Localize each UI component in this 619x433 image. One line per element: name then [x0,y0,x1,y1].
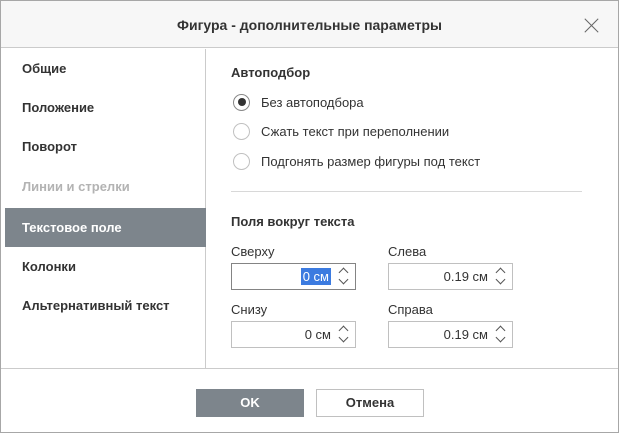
left-margin-spinner[interactable]: 0.19 см [388,263,513,290]
close-icon[interactable] [584,17,600,33]
spinner-arrows[interactable] [492,322,512,347]
sidebar-item-position[interactable]: Положение [5,88,206,127]
sidebar-item-alt-text[interactable]: Альтернативный текст [5,286,206,325]
top-margin-value[interactable]: 0 см [300,268,331,285]
dialog-title: Фигура - дополнительные параметры [177,17,442,33]
chevron-down-icon[interactable] [338,274,349,285]
autofit-title: Автоподбор [231,65,311,80]
spinner-arrows[interactable] [335,264,355,289]
sidebar-item-columns[interactable]: Колонки [5,247,206,286]
sidebar-item-lines-arrows: Линии и стрелки [22,179,130,194]
ok-button[interactable]: OK [196,389,304,417]
bottom-margin-value[interactable]: 0 см [305,327,331,342]
sidebar-item-rotation[interactable]: Поворот [5,127,206,166]
radio-label: Без автоподбора [261,94,364,110]
chevron-down-icon[interactable] [495,274,506,285]
shape-advanced-settings-dialog: Фигура - дополнительные параметры Общие … [0,0,619,433]
radio-circle[interactable] [233,152,250,170]
chevron-down-icon[interactable] [338,332,349,343]
radio-shrink-text[interactable]: Сжать текст при переполнении [233,122,449,140]
left-margin-value[interactable]: 0.19 см [444,269,488,284]
radio-label: Подгонять размер фигуры под текст [261,153,481,169]
right-margin-label: Справа [388,302,433,317]
dialog-footer: OK Отмена [1,368,618,432]
chevron-down-icon[interactable] [495,332,506,343]
spinner-arrows[interactable] [335,322,355,347]
radio-circle[interactable] [233,93,250,111]
radio-no-autofit[interactable]: Без автоподбора [233,93,364,111]
sidebar-item-text-box[interactable]: Текстовое поле [5,208,206,247]
radio-circle[interactable] [233,122,250,140]
text-box-panel: Автоподбор Без автоподбора Сжать текст п… [231,49,591,368]
radio-label: Сжать текст при переполнении [261,123,450,139]
sidebar-item-general[interactable]: Общие [5,49,206,88]
bottom-margin-label: Снизу [231,302,268,317]
top-margin-label: Сверху [231,244,275,259]
left-margin-label: Слева [388,244,427,259]
divider [231,191,582,192]
sidebar: Общие Положение Поворот Линии и стрелки … [5,49,206,368]
bottom-margin-spinner[interactable]: 0 см [231,321,356,348]
right-margin-value[interactable]: 0.19 см [444,327,488,342]
margins-title: Поля вокруг текста [231,214,355,229]
dialog-titlebar: Фигура - дополнительные параметры [1,1,618,48]
top-margin-spinner[interactable]: 0 см [231,263,356,290]
radio-resize-shape[interactable]: Подгонять размер фигуры под текст [233,152,480,170]
dialog-body: Общие Положение Поворот Линии и стрелки … [1,49,618,368]
spinner-arrows[interactable] [492,264,512,289]
cancel-button[interactable]: Отмена [316,389,424,417]
right-margin-spinner[interactable]: 0.19 см [388,321,513,348]
